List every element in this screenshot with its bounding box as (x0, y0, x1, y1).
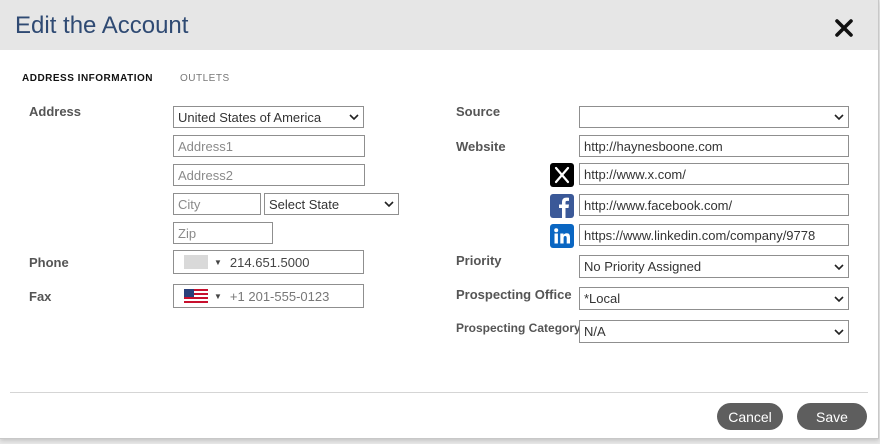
edit-account-dialog: Edit the Account ADDRESS INFORMATION OUT… (0, 0, 879, 439)
priority-select[interactable]: No Priority Assigned (579, 255, 849, 278)
fax-label: Fax (29, 289, 52, 304)
facebook-url-input[interactable] (579, 194, 849, 216)
footer-divider (10, 392, 868, 393)
website-input[interactable] (579, 135, 849, 157)
fax-input[interactable]: ▼ +1 201-555-0123 (173, 284, 364, 308)
city-input[interactable] (173, 193, 261, 215)
address-label: Address (29, 104, 82, 119)
tab-address-information[interactable]: ADDRESS INFORMATION (22, 73, 153, 84)
linkedin-icon (550, 224, 574, 248)
us-flag-icon[interactable] (184, 289, 208, 303)
country-value: United States of America (178, 109, 322, 125)
x-url-input[interactable] (579, 163, 849, 185)
cancel-button[interactable]: Cancel (717, 403, 783, 430)
priority-label: Priority (456, 253, 502, 268)
prospecting-office-value: *Local (584, 291, 621, 306)
tab-outlets[interactable]: OUTLETS (180, 73, 230, 84)
phone-label: Phone (29, 255, 69, 270)
phone-input[interactable]: ▼ 214.651.5000 (173, 250, 364, 274)
facebook-icon (550, 194, 574, 218)
phone-value: 214.651.5000 (229, 254, 310, 270)
source-select[interactable] (579, 106, 849, 128)
linkedin-url-input[interactable] (579, 224, 849, 246)
x-logo-icon (550, 163, 574, 187)
priority-value: No Priority Assigned (584, 259, 702, 274)
save-button[interactable]: Save (797, 403, 867, 430)
website-label: Website (456, 139, 506, 154)
state-value: Select State (269, 196, 340, 212)
fax-placeholder: +1 201-555-0123 (229, 288, 330, 304)
dialog-header: Edit the Account (0, 0, 878, 50)
chevron-down-icon (349, 114, 359, 121)
chevron-down-icon (384, 201, 394, 208)
address1-input[interactable] (173, 135, 365, 157)
prospecting-category-label: Prospecting Category (456, 321, 581, 335)
caret-down-icon[interactable]: ▼ (214, 292, 222, 301)
address2-input[interactable] (173, 164, 365, 186)
prospecting-office-select[interactable]: *Local (579, 287, 849, 310)
flag-placeholder-icon[interactable] (184, 255, 208, 269)
close-icon[interactable] (833, 17, 855, 39)
zip-input[interactable] (173, 222, 273, 244)
chevron-down-icon (834, 295, 844, 302)
chevron-down-icon (834, 263, 844, 270)
chevron-down-icon (834, 114, 844, 121)
prospecting-category-value: N/A (584, 324, 606, 339)
country-select[interactable]: United States of America (173, 106, 364, 128)
prospecting-office-label: Prospecting Office (456, 287, 572, 302)
prospecting-category-select[interactable]: N/A (579, 320, 849, 343)
caret-down-icon[interactable]: ▼ (214, 258, 222, 267)
dialog-title: Edit the Account (15, 12, 189, 39)
state-select[interactable]: Select State (264, 193, 399, 215)
source-label: Source (456, 104, 501, 119)
chevron-down-icon (834, 328, 844, 335)
